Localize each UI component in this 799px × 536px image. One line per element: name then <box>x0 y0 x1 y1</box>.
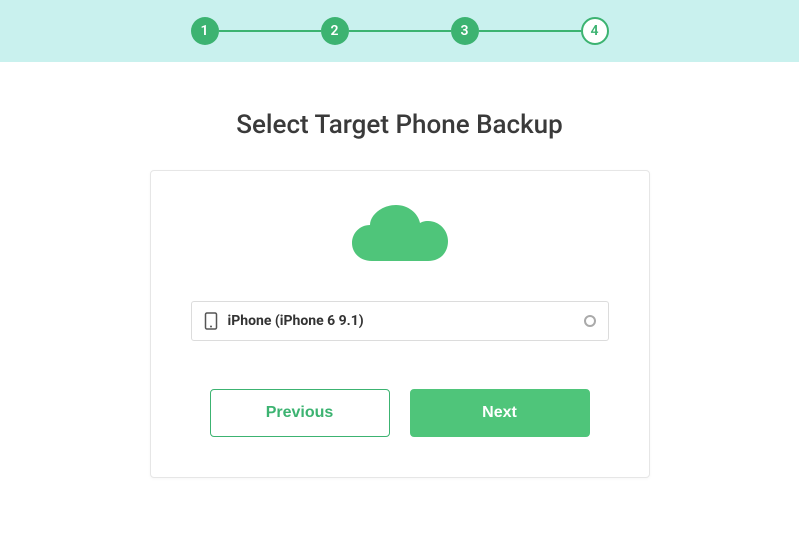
step-connector <box>349 30 451 32</box>
previous-button[interactable]: Previous <box>210 389 390 437</box>
stepper-bar: 1 2 3 4 <box>0 0 799 62</box>
page-title: Select Target Phone Backup <box>0 110 799 140</box>
device-label: iPhone (iPhone 6 9.1) <box>228 313 574 329</box>
step-connector <box>479 30 581 32</box>
step-connector <box>219 30 321 32</box>
next-button[interactable]: Next <box>410 389 590 437</box>
phone-icon <box>204 312 218 330</box>
backup-card: iPhone (iPhone 6 9.1) Previous Next <box>150 170 650 478</box>
step-4[interactable]: 4 <box>581 17 609 45</box>
stepper: 1 2 3 4 <box>191 17 609 45</box>
device-select[interactable]: iPhone (iPhone 6 9.1) <box>191 301 609 341</box>
step-3[interactable]: 3 <box>451 17 479 45</box>
cloud-icon <box>350 201 450 271</box>
button-row: Previous Next <box>191 389 609 437</box>
radio-indicator <box>584 315 596 327</box>
step-1[interactable]: 1 <box>191 17 219 45</box>
step-2[interactable]: 2 <box>321 17 349 45</box>
